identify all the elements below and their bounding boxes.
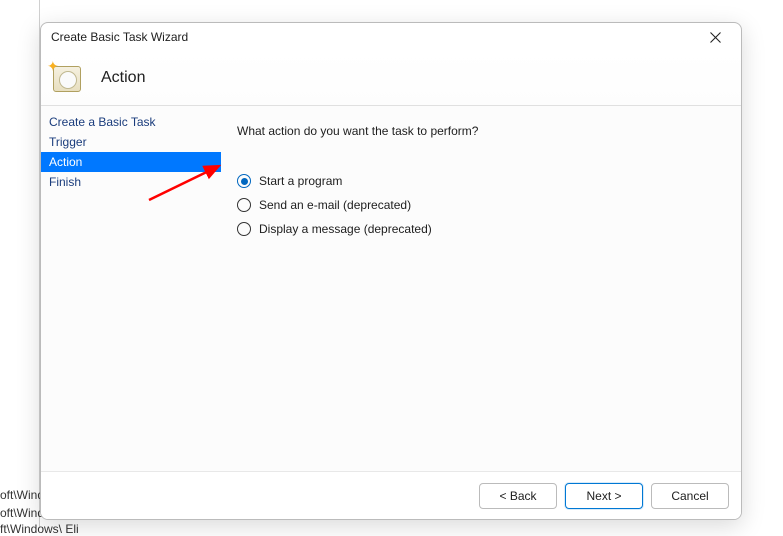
radio-start-program[interactable]: Start a program — [237, 174, 719, 188]
cancel-button[interactable]: Cancel — [651, 483, 729, 509]
radio-icon — [237, 198, 251, 212]
next-button[interactable]: Next > — [565, 483, 643, 509]
wizard-dialog: Create Basic Task Wizard ✦ Action Create… — [40, 22, 742, 520]
wizard-body: Create a Basic Task Trigger Action Finis… — [41, 105, 741, 471]
background-panel — [0, 0, 40, 528]
close-button[interactable] — [699, 23, 731, 51]
radio-display-message[interactable]: Display a message (deprecated) — [237, 222, 719, 236]
radio-label: Start a program — [259, 174, 342, 188]
sidebar-item-trigger[interactable]: Trigger — [41, 132, 221, 152]
sidebar-item-finish[interactable]: Finish — [41, 172, 221, 192]
dialog-title: Create Basic Task Wizard — [51, 30, 188, 44]
wizard-icon: ✦ — [49, 60, 85, 96]
titlebar: Create Basic Task Wizard — [41, 23, 741, 51]
radio-label: Send an e-mail (deprecated) — [259, 198, 411, 212]
wizard-header: ✦ Action — [41, 51, 741, 105]
wizard-steps-sidebar: Create a Basic Task Trigger Action Finis… — [41, 106, 221, 471]
radio-icon — [237, 222, 251, 236]
radio-icon — [237, 174, 251, 188]
bg-path-text: ft\Windows\ Eli — [0, 522, 79, 536]
page-title: Action — [101, 69, 145, 87]
close-icon — [710, 32, 721, 43]
action-prompt: What action do you want the task to perf… — [237, 124, 719, 138]
sidebar-item-create-basic-task[interactable]: Create a Basic Task — [41, 112, 221, 132]
wizard-content: What action do you want the task to perf… — [221, 106, 741, 471]
sidebar-item-action[interactable]: Action — [41, 152, 221, 172]
radio-send-email[interactable]: Send an e-mail (deprecated) — [237, 198, 719, 212]
back-button[interactable]: < Back — [479, 483, 557, 509]
wizard-footer: < Back Next > Cancel — [41, 471, 741, 519]
radio-label: Display a message (deprecated) — [259, 222, 432, 236]
action-radio-group: Start a program Send an e-mail (deprecat… — [237, 174, 719, 236]
